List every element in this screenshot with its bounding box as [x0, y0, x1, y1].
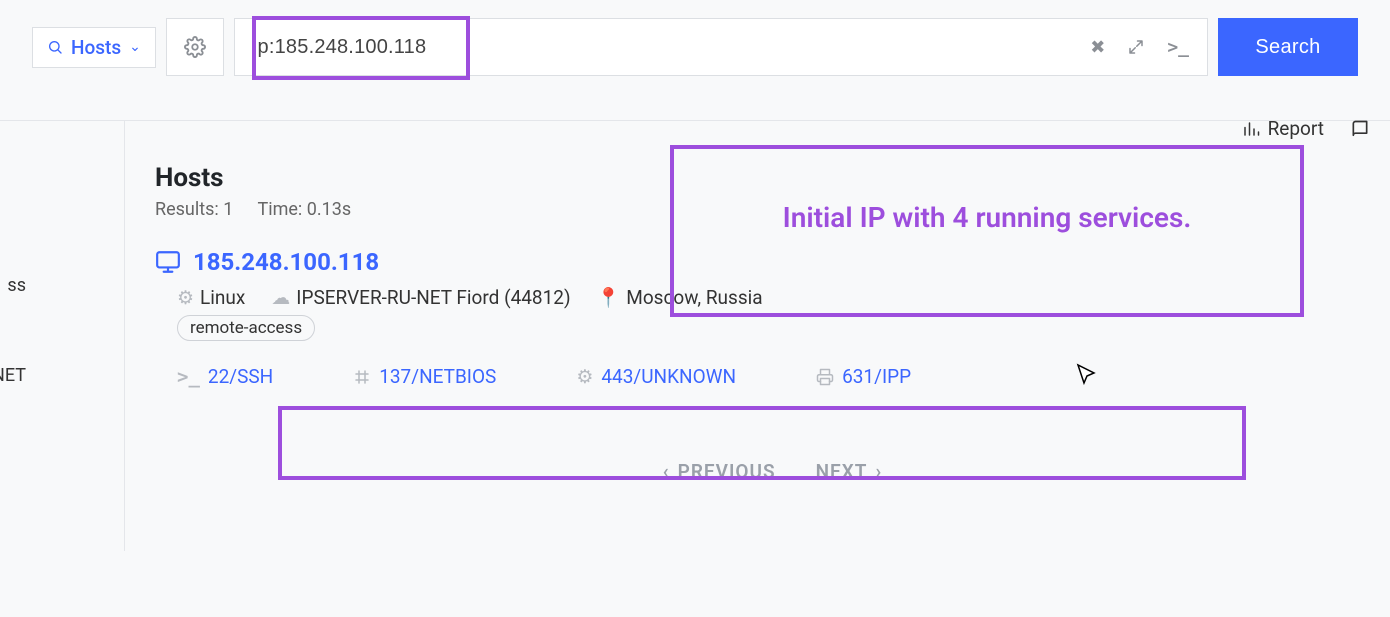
- annotation-callout: Initial IP with 4 running services.: [670, 145, 1304, 317]
- terminal-icon: >_: [177, 365, 200, 388]
- printer-icon: [816, 368, 834, 386]
- gear-icon: ⚙: [576, 365, 593, 388]
- clear-icon[interactable]: ✖: [1090, 37, 1105, 58]
- gear-icon: ⚙: [177, 286, 194, 309]
- chevron-right-icon: ›: [875, 460, 882, 483]
- service-443-unknown[interactable]: ⚙443/UNKNOWN: [576, 365, 736, 388]
- service-22-ssh[interactable]: >_22/SSH: [177, 365, 273, 388]
- top-search-bar: Hosts ⌄ ✖ >_ Search: [0, 0, 1390, 94]
- hosts-dropdown[interactable]: Hosts ⌄: [32, 27, 156, 68]
- search-input-wrap: ✖ >_: [234, 18, 1208, 76]
- host-services-row: >_22/SSH 137/NETBIOS ⚙443/UNKNOWN 631/IPP: [155, 351, 1390, 402]
- search-input[interactable]: [235, 36, 1090, 59]
- chevron-left-icon: ‹: [663, 460, 670, 483]
- results-count: Results: 1: [155, 199, 233, 220]
- search-icon: [47, 39, 63, 55]
- settings-button[interactable]: [166, 18, 224, 76]
- annotation-callout-text: Initial IP with 4 running services.: [783, 201, 1192, 234]
- net-icon: [353, 368, 371, 386]
- terminal-icon[interactable]: >_: [1167, 37, 1189, 58]
- pager-prev[interactable]: ‹PREVIOUS: [663, 460, 776, 483]
- expand-icon[interactable]: [1127, 38, 1145, 56]
- monitor-icon: [155, 249, 181, 275]
- host-os: ⚙Linux: [177, 286, 245, 309]
- results-time: Time: 0.13s: [257, 199, 351, 220]
- sidebar-fragment: J-NET: [0, 351, 26, 401]
- search-input-actions: ✖ >_: [1090, 37, 1189, 58]
- sidebar-fragment: ss: [0, 261, 26, 311]
- search-button[interactable]: Search: [1218, 18, 1358, 76]
- chevron-down-icon: ⌄: [129, 39, 141, 55]
- service-631-ipp[interactable]: 631/IPP: [816, 365, 911, 388]
- pin-icon: 📍: [597, 286, 621, 309]
- cloud-icon: ☁: [271, 286, 290, 309]
- service-137-netbios[interactable]: 137/NETBIOS: [353, 365, 496, 388]
- results-body: Report ss J-NET Hosts Results: 1 Time: 0…: [0, 121, 1390, 551]
- left-sidebar-clip: ss J-NET: [0, 121, 26, 551]
- pager: ‹PREVIOUS NEXT›: [155, 460, 1390, 483]
- pager-next[interactable]: NEXT›: [816, 460, 883, 483]
- host-ip-link[interactable]: 185.248.100.118: [193, 248, 379, 276]
- tag-remote-access[interactable]: remote-access: [177, 315, 315, 341]
- gear-icon: [184, 36, 206, 58]
- host-asn: ☁IPSERVER-RU-NET Fiord (44812): [271, 286, 570, 309]
- hosts-dropdown-label: Hosts: [71, 36, 121, 59]
- host-tags: remote-access: [155, 315, 1390, 341]
